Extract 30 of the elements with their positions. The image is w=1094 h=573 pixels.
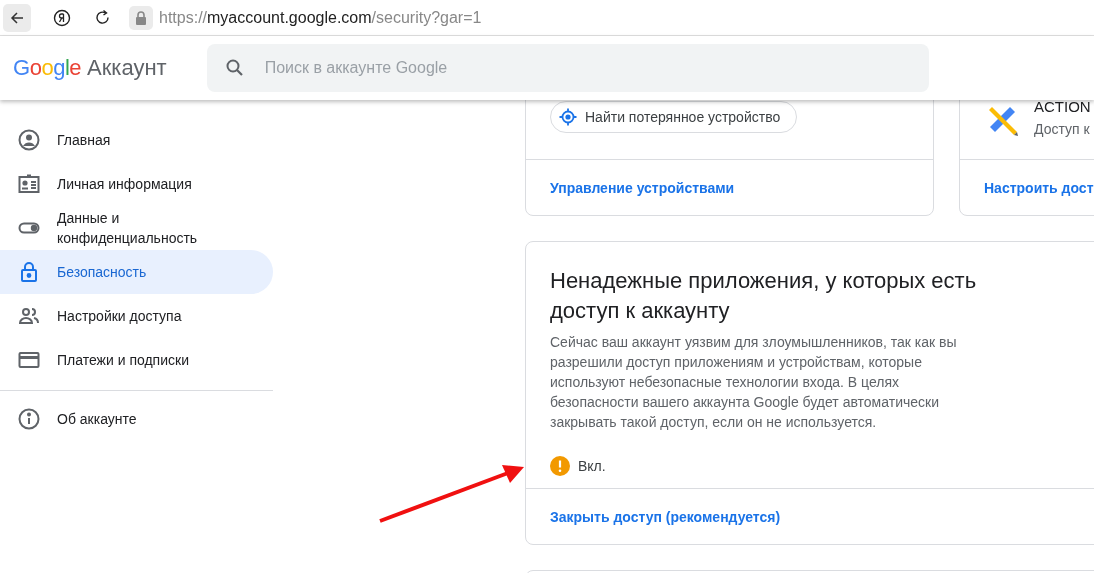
sidebar-item[interactable]: Главная: [0, 118, 273, 162]
card-title: ACTION: [1034, 98, 1091, 115]
account-circle-icon: [17, 128, 41, 152]
id-card-icon: [17, 172, 41, 196]
close-access-link[interactable]: Закрыть доступ (рекомендуется): [550, 508, 781, 525]
sidebar-item[interactable]: Об аккаунте: [0, 397, 273, 441]
address-bar[interactable]: https://myaccount.google.com/security?gar=1: [159, 8, 482, 27]
status-label: Вкл.: [578, 458, 606, 474]
browser-logo-icon[interactable]: [53, 8, 71, 27]
find-device-button[interactable]: Найти потерянное устройство: [550, 101, 798, 133]
sidebar-item[interactable]: Безопасность: [0, 250, 273, 294]
info-icon: [17, 407, 41, 431]
sidebar-item[interactable]: Личная информация: [0, 162, 273, 206]
back-button[interactable]: [3, 3, 31, 32]
card-description: Сейчас ваш аккаунт уязвим для злоумышленников, так как вы разрешили доступ приложениям и устройствам, которые используют небезопасные технологии входа. В целях безопасности вашего аккаунта Google будет автоматически закрывать такой доступ, если он не используется.: [550, 333, 958, 432]
product-name: Аккаунт: [87, 55, 167, 81]
card-subtitle: Доступ к: [1034, 121, 1091, 137]
sidebar-item[interactable]: Данные и конфиденциальность: [0, 206, 273, 250]
sidebar-item[interactable]: Настройки доступа: [0, 294, 273, 338]
lock-icon[interactable]: [129, 5, 153, 30]
google-logo[interactable]: Google: [13, 55, 81, 81]
location-target-icon: [559, 108, 577, 126]
search-icon: [224, 58, 245, 78]
search-field[interactable]: Поиск в аккаунте Google: [206, 44, 929, 92]
manage-devices-link[interactable]: Управление устройствами: [550, 179, 735, 196]
card-title: Ненадежные приложения, у которых есть доступ к аккаунту: [550, 267, 978, 325]
setup-access-link[interactable]: Настроить дост: [984, 179, 1094, 196]
reload-icon[interactable]: [94, 9, 111, 26]
back-arrow-icon: [9, 9, 25, 26]
sidebar-item[interactable]: Платежи и подписки: [0, 338, 273, 382]
